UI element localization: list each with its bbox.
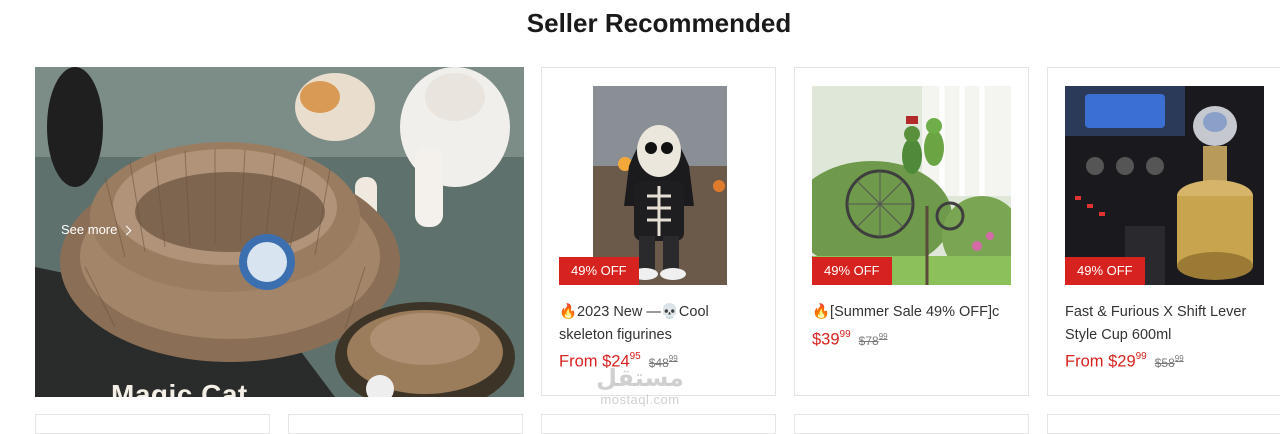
product-title[interactable]: 🔥2023 New —💀Cool skeleton figurines [559,301,759,347]
product-card[interactable] [541,414,776,434]
section-title: Seller Recommended [526,8,792,38]
product-card[interactable]: 49% OFF 🔥2023 New —💀Cool skeleton figuri… [541,67,776,396]
product-image [1065,86,1264,285]
discount-badge: 49% OFF [1065,257,1145,285]
product-image [812,86,1011,285]
product-price: $3999 $7899 [812,329,888,349]
hero-banner[interactable]: See more Magic Cat [35,67,524,397]
product-price: From $2495 $4899 [559,351,678,371]
product-card[interactable] [35,414,270,434]
product-card[interactable] [1047,414,1280,434]
product-card[interactable] [794,414,1029,434]
original-price: $4899 [648,353,678,370]
discount-badge: 49% OFF [559,257,639,285]
product-card[interactable]: 49% OFF Fast & Furious X Shift Lever Sty… [1047,67,1280,396]
hero-banner-text: Magic Cat [111,379,248,397]
product-title[interactable]: 🔥[Summer Sale 49% OFF]c [812,301,1012,324]
product-price: From $2999 $5899 [1065,351,1184,371]
original-price: $7899 [858,331,888,348]
see-more-link[interactable]: See more [61,222,132,237]
chevron-right-icon [121,225,132,235]
product-image [559,86,758,285]
see-more-label: See more [61,222,118,237]
discount-badge: 49% OFF [812,257,892,285]
product-card[interactable] [288,414,523,434]
product-title[interactable]: Fast & Furious X Shift Lever Style Cup 6… [1065,301,1265,347]
original-price: $5899 [1154,353,1184,370]
product-card[interactable]: 49% OFF 🔥[Summer Sale 49% OFF]c $3999 $78… [794,67,1029,396]
